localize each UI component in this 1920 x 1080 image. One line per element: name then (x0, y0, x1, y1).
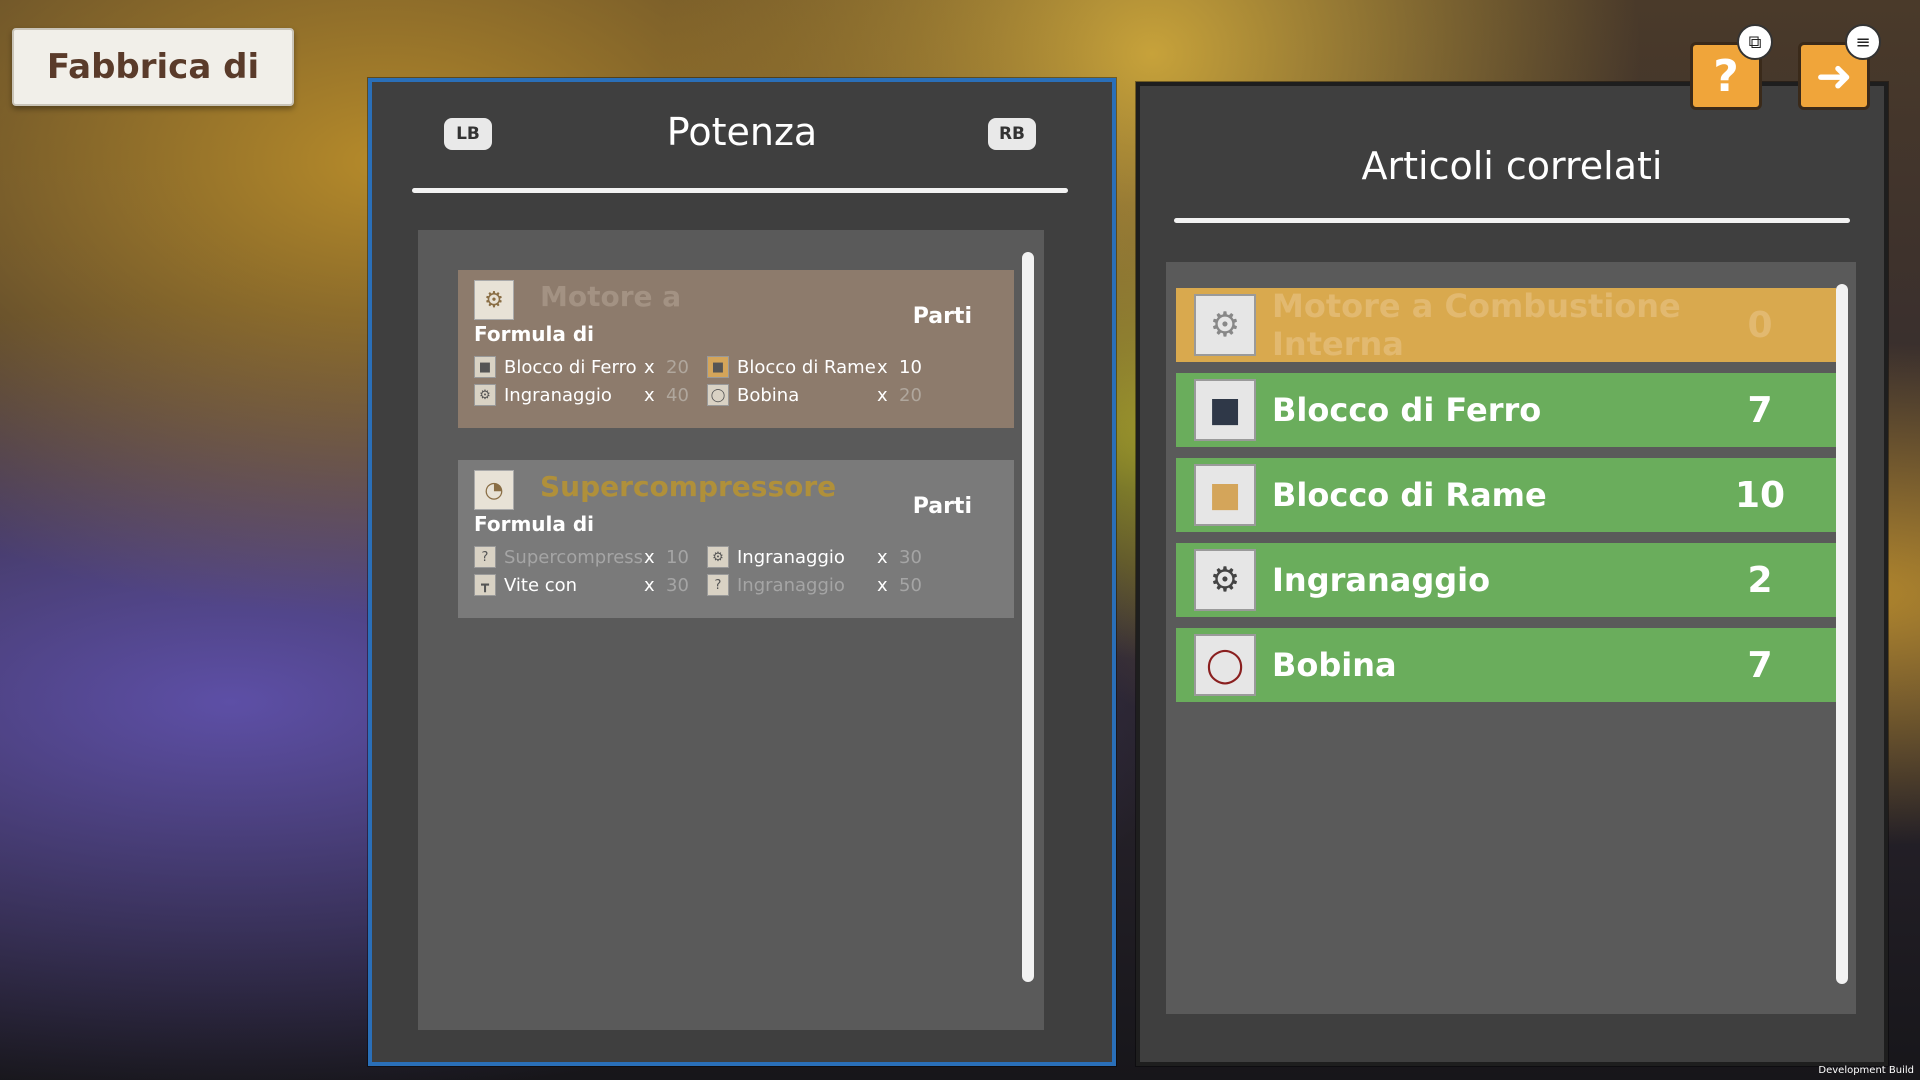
ingredient: ⚙ Ingranaggio x 40 (474, 384, 706, 406)
screw-icon: ┳ (474, 574, 496, 596)
copper-block-icon: ■ (1194, 464, 1256, 526)
related-item-row[interactable]: ■ Blocco di Rame 10 (1176, 458, 1836, 532)
ingredient: ◯ Bobina x 20 (707, 384, 939, 406)
category-title: Potenza (666, 110, 818, 154)
ingredient: ■ Blocco di Ferro x 20 (474, 356, 706, 378)
related-item-row[interactable]: ◯ Bobina 7 (1176, 628, 1836, 702)
ingredient: ? Supercompressore x 10 (474, 546, 706, 568)
related-items-title: Articoli correlati (1361, 144, 1663, 188)
item-name: Bobina (1272, 646, 1397, 684)
recipe-name: Motore a (540, 280, 682, 313)
factory-title-tab: Fabbrica di (12, 28, 294, 106)
coil-icon: ◯ (707, 384, 729, 406)
parts-label: Parti (912, 304, 972, 329)
item-name: Motore a Combustione Interna (1272, 287, 1681, 363)
rb-button[interactable]: RB (988, 118, 1036, 150)
ingredient: ⚙ Ingranaggio x 30 (707, 546, 939, 568)
iron-block-icon: ■ (1194, 379, 1256, 441)
item-count: 0 (1747, 304, 1773, 346)
menu-icon: ≡ (1845, 24, 1881, 60)
gauge-icon: ◔ (474, 470, 514, 510)
item-count: 7 (1747, 389, 1773, 431)
related-items-panel: Articoli correlati ⚙ Motore a Combustion… (1136, 82, 1888, 1066)
lb-button[interactable]: LB (444, 118, 492, 150)
engine-icon: ⚙ (474, 280, 514, 320)
unknown-icon: ? (474, 546, 496, 568)
item-name: Blocco di Ferro (1272, 391, 1542, 429)
question-icon: ? (1713, 50, 1739, 102)
engine-icon: ⚙ (1194, 294, 1256, 356)
item-count: 10 (1734, 474, 1786, 516)
related-items-list[interactable]: ⚙ Motore a Combustione Interna 0 ■ Blocc… (1166, 262, 1856, 1014)
iron-block-icon: ■ (474, 356, 496, 378)
gear-icon: ⚙ (474, 384, 496, 406)
header-divider (1174, 218, 1850, 223)
formula-label: Formula di (474, 512, 595, 536)
item-name: Ingranaggio (1272, 561, 1491, 599)
recipe-card-engine[interactable]: ⚙ Motore a Parti Formula di ■ Blocco di … (458, 270, 1014, 428)
formula-label: Formula di (474, 322, 595, 346)
recipes-panel: LB Potenza RB ⚙ Motore a Parti Formula d… (368, 78, 1116, 1066)
recipe-card-supercharger[interactable]: ◔ Supercompressore Parti Formula di ? Su… (458, 460, 1014, 618)
item-count: 2 (1747, 559, 1773, 601)
gear-icon: ⚙ (707, 546, 729, 568)
unknown-icon: ? (707, 574, 729, 596)
ingredient: ? Ingranaggio x 50 (707, 574, 939, 596)
related-item-row[interactable]: ⚙ Motore a Combustione Interna 0 (1176, 287, 1836, 363)
recipe-list[interactable]: ⚙ Motore a Parti Formula di ■ Blocco di … (418, 230, 1044, 1030)
recipe-scrollbar[interactable] (1022, 252, 1034, 982)
parts-label: Parti (912, 494, 972, 519)
development-build-label: Development Build (1818, 1065, 1914, 1076)
gear-icon: ⚙ (1194, 549, 1256, 611)
item-count: 7 (1747, 644, 1773, 686)
copper-block-icon: ■ (707, 356, 729, 378)
ingredient: ┳ Vite con x 30 (474, 574, 706, 596)
recipe-name: Supercompressore (540, 470, 837, 503)
coil-icon: ◯ (1194, 634, 1256, 696)
ingredient: ■ Blocco di Rame x 10 (707, 356, 939, 378)
related-item-row[interactable]: ■ Blocco di Ferro 7 (1176, 373, 1836, 447)
exit-icon: ➜ (1815, 50, 1853, 102)
related-item-row[interactable]: ⚙ Ingranaggio 2 (1176, 543, 1836, 617)
item-name: Blocco di Rame (1272, 476, 1547, 514)
header-divider (412, 188, 1068, 193)
window-icon: ⧉ (1737, 24, 1773, 60)
related-scrollbar[interactable] (1836, 284, 1848, 984)
